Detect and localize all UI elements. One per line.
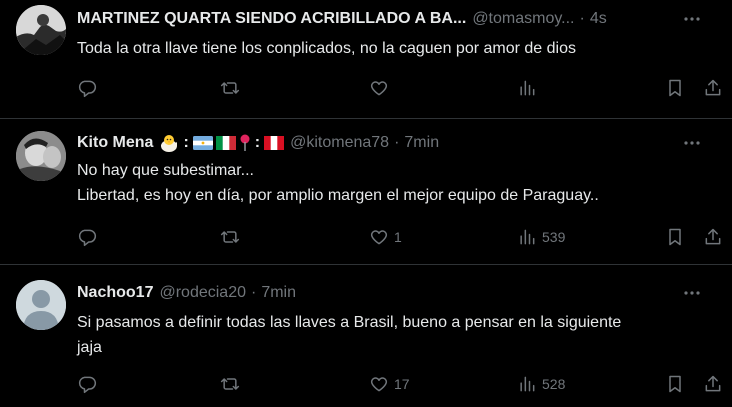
retweet-button[interactable] (220, 373, 240, 395)
reply-icon (78, 229, 97, 247)
retweet-button[interactable] (220, 226, 240, 248)
tweet[interactable]: Nachoo17 @rodecia20 · 7min Si pasamos a … (0, 265, 732, 407)
username[interactable]: @tomasmoy... (472, 10, 574, 28)
bookmark-icon (669, 375, 681, 393)
views-icon (520, 376, 535, 392)
tweet-text-line: No hay que subestimar... (77, 162, 254, 179)
views-icon (520, 229, 535, 245)
bookmark-icon (669, 228, 681, 246)
chick-emoji-icon (161, 135, 178, 152)
tweet-text: Si pasamos a definir todas las llaves a … (77, 310, 712, 360)
retweet-icon (220, 378, 240, 390)
share-icon (705, 228, 721, 245)
bookmark-button[interactable] (665, 77, 685, 99)
views-button[interactable]: 528 (517, 373, 565, 395)
like-icon (370, 230, 388, 245)
tweet-text-line: jaja (77, 339, 102, 356)
reply-button[interactable] (77, 373, 97, 395)
view-count: 539 (542, 229, 566, 245)
views-button[interactable]: 539 (517, 226, 565, 248)
share-icon (705, 79, 721, 96)
display-name[interactable]: Nachoo17 (77, 284, 153, 302)
tweet-header: MARTINEZ QUARTA SIENDO ACRIBILLADO A BA.… (77, 8, 716, 30)
bookmark-button[interactable] (665, 373, 685, 395)
peru-flag-icon (264, 136, 285, 150)
avatar[interactable] (16, 280, 66, 330)
name-emojis: : : (159, 133, 285, 153)
like-icon (370, 377, 388, 392)
reply-button[interactable] (77, 77, 97, 99)
tweet-actions: 17 528 (77, 373, 721, 395)
like-count: 17 (394, 376, 410, 392)
separator-dot: · (579, 10, 585, 27)
retweet-button[interactable] (220, 77, 240, 99)
avatar[interactable] (16, 5, 66, 55)
view-count: 528 (542, 376, 566, 392)
tweet-text-line: Toda la otra llave tiene los conplicados… (77, 40, 576, 57)
name-colon: : (254, 134, 261, 151)
share-button[interactable] (703, 77, 723, 99)
tweet-text: No hay que subestimar... Libertad, es ho… (77, 158, 712, 208)
like-button[interactable] (369, 77, 389, 99)
tweet[interactable]: MARTINEZ QUARTA SIENDO ACRIBILLADO A BA.… (0, 0, 732, 119)
share-icon (705, 375, 721, 392)
separator-dot: · (250, 284, 257, 301)
tweet-text-line: Si pasamos a definir todas las llaves a … (77, 314, 622, 331)
bookmark-button[interactable] (665, 226, 685, 248)
timestamp[interactable]: 7min (404, 134, 439, 152)
like-button[interactable]: 17 (369, 373, 410, 395)
like-icon (370, 81, 388, 96)
timeline: MARTINEZ QUARTA SIENDO ACRIBILLADO A BA.… (0, 0, 732, 407)
share-button[interactable] (703, 373, 723, 395)
more-icon[interactable] (682, 134, 702, 152)
tweet-text-line: Libertad, es hoy en día, por amplio marg… (77, 187, 599, 204)
more-icon[interactable] (682, 10, 702, 28)
tweet[interactable]: Kito Mena :: @kitomena78 · 7min No hay … (0, 119, 732, 265)
reply-button[interactable] (77, 226, 97, 248)
tweet-text: Toda la otra llave tiene los conplicados… (77, 36, 712, 61)
italy-flag-icon (215, 136, 236, 150)
views-button[interactable] (517, 77, 537, 99)
argentina-flag-icon (192, 136, 213, 150)
views-icon (520, 80, 535, 96)
tweet-header: Nachoo17 @rodecia20 · 7min (77, 282, 716, 304)
reply-icon (78, 80, 97, 98)
reply-icon (78, 376, 97, 394)
separator-dot: · (394, 134, 400, 151)
more-icon[interactable] (682, 284, 702, 302)
retweet-icon (220, 82, 240, 94)
tweet-actions: 1 539 (77, 226, 721, 248)
bookmark-icon (669, 79, 681, 97)
display-name[interactable]: Kito Mena (77, 134, 153, 152)
share-button[interactable] (703, 226, 723, 248)
tweet-header: Kito Mena :: @kitomena78 · 7min (77, 132, 716, 154)
retweet-icon (220, 231, 240, 243)
username[interactable]: @rodecia20 (159, 284, 246, 302)
pin-icon (240, 134, 250, 151)
timestamp[interactable]: 7min (261, 284, 296, 302)
like-button[interactable]: 1 (369, 226, 402, 248)
like-count: 1 (394, 229, 402, 245)
timestamp[interactable]: 4s (590, 10, 607, 28)
username[interactable]: @kitomena78 (290, 134, 389, 152)
avatar[interactable] (16, 131, 66, 181)
display-name[interactable]: MARTINEZ QUARTA SIENDO ACRIBILLADO A BA.… (77, 10, 466, 28)
tweet-actions (77, 77, 721, 99)
name-colon: : (183, 134, 189, 151)
